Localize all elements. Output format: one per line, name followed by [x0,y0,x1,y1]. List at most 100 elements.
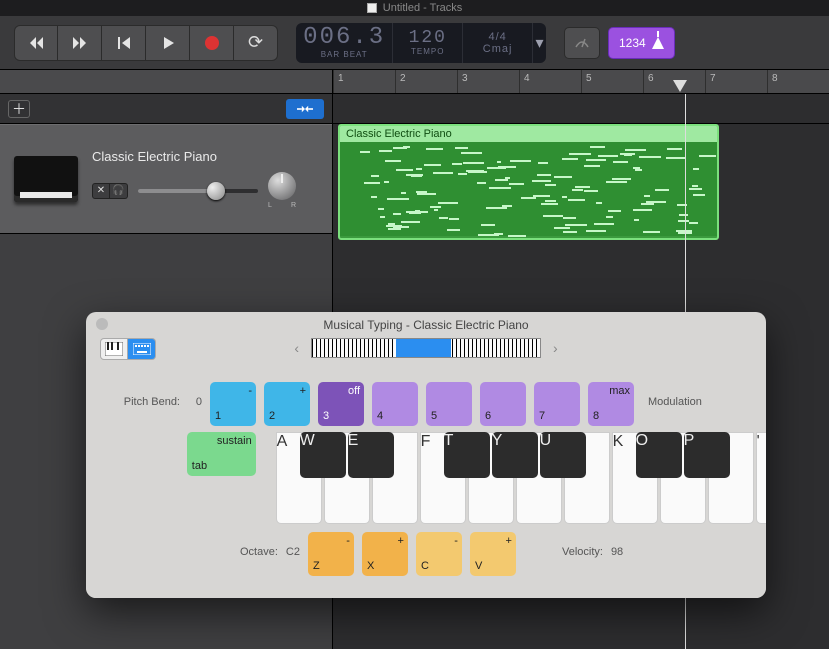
midi-region[interactable]: Classic Electric Piano [338,124,719,240]
typing-view-button[interactable] [128,338,156,360]
playhead-marker[interactable] [673,80,687,94]
octave-down-key[interactable]: -Z [308,532,354,576]
midi-note [487,167,506,169]
lcd-display[interactable]: 006.3 BAR BEAT 120 TEMPO 4/4 Cmaj ▾ [296,23,546,63]
black-key-P[interactable]: P [684,432,730,478]
mute-button[interactable]: ✕ [92,183,110,199]
midi-note [643,231,660,233]
pitchbend-down-key[interactable]: -1 [210,382,256,426]
midi-note [693,168,698,170]
midi-note [613,161,628,163]
black-key-W[interactable]: W [300,432,346,478]
ruler-tick: 4 [519,70,530,93]
modulation-off-key[interactable]: off3 [318,382,364,426]
midi-note [463,162,483,164]
lcd-dropdown[interactable]: ▾ [532,23,546,63]
midi-note [606,216,613,218]
midi-note [584,190,599,192]
midi-note [538,162,548,164]
black-key-U[interactable]: U [540,432,586,478]
lcd-tempo-label: TEMPO [411,47,444,56]
octave-up-key[interactable]: +X [362,532,408,576]
midi-note [627,154,632,156]
midi-note [633,209,652,211]
cycle-button[interactable] [234,25,278,61]
midi-note [401,192,406,194]
velocity-up-key[interactable]: +V [470,532,516,576]
octave-left-chevron[interactable]: ‹ [290,340,303,356]
rewind-button[interactable] [14,25,58,61]
midi-note [371,196,377,198]
lcd-key: Cmaj [483,43,513,55]
pitch-bend-value: 0 [188,382,202,408]
midi-note [568,199,586,201]
midi-note [545,200,556,202]
volume-thumb[interactable] [207,182,225,200]
headphones-button[interactable]: 🎧 [110,183,128,199]
midi-note [575,186,590,188]
track-row[interactable]: Classic Electric Piano ✕ 🎧 LR [0,124,332,234]
black-key-E[interactable]: E [348,432,394,478]
pitchbend-up-key[interactable]: +2 [264,382,310,426]
modulation-6-key[interactable]: 6 [480,382,526,426]
midi-note [417,193,436,195]
midi-note [594,223,614,225]
midi-note [543,215,563,217]
add-track-button[interactable]: ＋ [8,100,30,118]
midi-note [360,151,370,153]
white-key-label: A [277,433,288,450]
midi-note [608,210,621,212]
pitch-bend-label: Pitch Bend: [104,382,180,408]
midi-note [478,234,499,236]
midi-note [396,169,413,171]
midi-note [495,179,508,181]
record-button[interactable] [190,25,234,61]
midi-note [364,182,380,184]
sustain-key[interactable]: sustain tab [187,432,256,476]
track-filter-button[interactable] [286,99,324,119]
modulation-4-key[interactable]: 4 [372,382,418,426]
ruler-tick: 7 [705,70,716,93]
keyboard-range[interactable] [311,338,541,358]
go-to-start-button[interactable] [102,25,146,61]
midi-note [409,212,421,214]
velocity-down-key[interactable]: -C [416,532,462,576]
octave-right-chevron[interactable]: › [549,340,562,356]
transport-group [14,25,278,61]
midi-note [416,168,422,170]
midi-note [393,213,402,215]
midi-note [447,229,461,231]
play-button[interactable] [146,25,190,61]
modulation-5-key[interactable]: 5 [426,382,472,426]
modulation-7-key[interactable]: 7 [534,382,580,426]
midi-note [438,202,459,204]
track-name: Classic Electric Piano [92,149,318,164]
midi-note [379,150,392,152]
velocity-value: 98 [611,532,623,558]
document-icon [367,3,377,13]
musical-typing-window[interactable]: Musical Typing - Classic Electric Piano … [86,312,766,598]
pan-knob[interactable] [268,172,296,200]
white-key-'[interactable]: ' [756,432,766,524]
velocity-label: Velocity: [562,532,603,558]
midi-note [385,160,401,162]
midi-note [371,175,379,177]
piano-view-button[interactable] [100,338,128,360]
black-key-T[interactable]: T [444,432,490,478]
midi-note [639,156,661,158]
countin-button[interactable]: 1234 [608,27,675,59]
keyboard-range-zone[interactable] [396,339,451,357]
midi-note [426,148,444,150]
black-key-O[interactable]: O [636,432,682,478]
tuner-button[interactable] [564,27,600,59]
forward-button[interactable] [58,25,102,61]
midi-note [477,182,486,184]
volume-slider[interactable] [138,189,258,193]
midi-note [667,148,682,150]
midi-note [378,208,384,210]
midi-note [430,206,440,208]
modulation-max-key[interactable]: max8 [588,382,634,426]
black-key-Y[interactable]: Y [492,432,538,478]
timeline[interactable]: 12345678 [333,70,829,93]
midi-note [689,222,699,224]
